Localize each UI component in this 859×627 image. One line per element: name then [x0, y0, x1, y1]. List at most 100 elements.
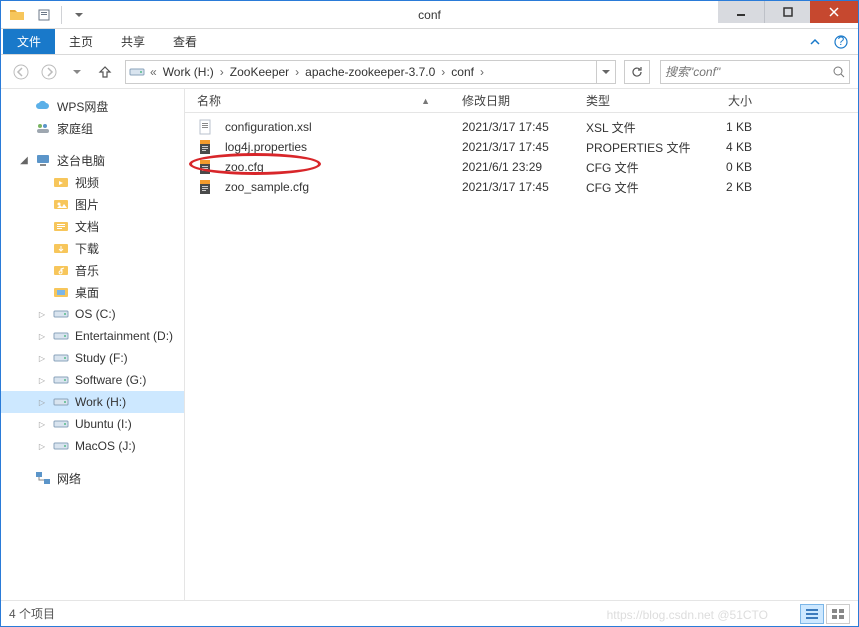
expand-icon[interactable]: ▷ [37, 420, 47, 429]
minimize-button[interactable] [718, 1, 764, 23]
sidebar-item-computer[interactable]: ◢ 这台电脑 [1, 149, 184, 171]
ribbon-tab-view[interactable]: 查看 [159, 29, 211, 54]
quick-access-toolbar [1, 4, 90, 26]
sidebar-item-label: Work (H:) [75, 395, 126, 409]
qat-dropdown-button[interactable] [68, 4, 90, 26]
drive-icon [53, 438, 69, 454]
search-input[interactable] [665, 65, 833, 79]
sidebar-item--[interactable]: 图片 [1, 193, 184, 215]
expand-icon[interactable]: ▷ [37, 310, 47, 319]
forward-button[interactable] [37, 60, 61, 84]
file-date: 2021/3/17 17:45 [456, 180, 580, 194]
up-button[interactable] [93, 60, 117, 84]
file-tab[interactable]: 文件 [3, 29, 55, 54]
expand-icon[interactable]: ▷ [37, 354, 47, 363]
folder-docs-icon [53, 218, 69, 234]
breadcrumb-item[interactable]: apache-zookeeper-3.7.0 [301, 61, 439, 83]
sidebar-item-label: 桌面 [75, 284, 99, 301]
network-icon [35, 470, 51, 486]
file-size: 1 KB [698, 120, 758, 134]
sidebar-item-ubuntu-i-[interactable]: ▷Ubuntu (I:) [1, 413, 184, 435]
navigation-pane[interactable]: WPS网盘 家庭组 ◢ 这台电脑 视频图片文档下载音乐桌面 ▷OS (C:)▷En… [1, 89, 185, 600]
breadcrumb-item[interactable]: Work (H:) [159, 61, 218, 83]
folder-music-icon [53, 262, 69, 278]
search-icon[interactable] [833, 66, 845, 78]
file-date: 2021/3/17 17:45 [456, 120, 580, 134]
file-name: log4j.properties [225, 140, 307, 154]
sidebar-item-macos-j-[interactable]: ▷MacOS (J:) [1, 435, 184, 457]
folder-desk-icon [53, 284, 69, 300]
breadcrumb-item[interactable]: conf [447, 61, 478, 83]
help-button[interactable]: ? [830, 31, 852, 53]
breadcrumb-item[interactable]: ZooKeeper [226, 61, 293, 83]
sidebar-item--[interactable]: 视频 [1, 171, 184, 193]
expand-icon[interactable]: ▷ [37, 398, 47, 407]
sidebar-item--[interactable]: 文档 [1, 215, 184, 237]
sidebar-item--[interactable]: 桌面 [1, 281, 184, 303]
column-header-size[interactable]: 大小 [698, 92, 758, 109]
expand-ribbon-button[interactable] [804, 31, 826, 53]
address-dropdown-button[interactable] [597, 60, 615, 84]
navigation-bar: « Work (H:) › ZooKeeper › apache-zookeep… [1, 55, 858, 89]
column-headers: 名称▲ 修改日期 类型 大小 [185, 89, 858, 113]
thumbnails-view-button[interactable] [826, 604, 850, 624]
file-row[interactable]: configuration.xsl2021/3/17 17:45XSL 文件1 … [185, 117, 858, 137]
details-view-button[interactable] [800, 604, 824, 624]
sidebar-item-label: 这台电脑 [57, 152, 105, 169]
file-row[interactable]: zoo.cfg2021/6/1 23:29CFG 文件0 KB [185, 157, 858, 177]
file-date: 2021/6/1 23:29 [456, 160, 580, 174]
sidebar-item--[interactable]: 下载 [1, 237, 184, 259]
drive-icon [126, 64, 148, 80]
cloud-icon [35, 98, 51, 114]
sidebar-item-study-f-[interactable]: ▷ Study (F:) [1, 347, 184, 369]
address-bar[interactable]: « Work (H:) › ZooKeeper › apache-zookeep… [125, 60, 616, 84]
separator [61, 6, 62, 24]
sidebar-item-homegroup[interactable]: 家庭组 [1, 117, 184, 139]
chevron-right-icon[interactable]: › [218, 65, 226, 79]
sidebar-item-entertainment-d-[interactable]: ▷Entertainment (D:) [1, 325, 184, 347]
drive-icon [53, 394, 69, 410]
folder-down-icon [53, 240, 69, 256]
expand-icon[interactable]: ▷ [37, 376, 47, 385]
file-icon [197, 179, 213, 195]
sidebar-item-label: 文档 [75, 218, 99, 235]
file-row[interactable]: log4j.properties2021/3/17 17:45PROPERTIE… [185, 137, 858, 157]
sidebar-item-label: Study (F:) [75, 351, 128, 365]
chevron-right-icon[interactable]: › [439, 65, 447, 79]
ribbon-tab-share[interactable]: 共享 [107, 29, 159, 54]
close-button[interactable] [810, 1, 858, 23]
sidebar-item-wps[interactable]: WPS网盘 [1, 95, 184, 117]
sidebar-item--[interactable]: 音乐 [1, 259, 184, 281]
ribbon: 文件 主页 共享 查看 ? [1, 29, 858, 55]
sidebar-item-label: WPS网盘 [57, 98, 108, 115]
sidebar-item-os-c-[interactable]: ▷OS (C:) [1, 303, 184, 325]
chevron-right-icon[interactable]: « [148, 65, 159, 79]
file-type: CFG 文件 [580, 159, 698, 176]
column-header-date[interactable]: 修改日期 [456, 92, 580, 109]
history-dropdown-button[interactable] [65, 60, 89, 84]
chevron-right-icon[interactable]: › [293, 65, 301, 79]
file-list[interactable]: configuration.xsl2021/3/17 17:45XSL 文件1 … [185, 113, 858, 197]
sidebar-item-label: 家庭组 [57, 120, 93, 137]
maximize-button[interactable] [764, 1, 810, 23]
sidebar-item-network[interactable]: 网络 [1, 467, 184, 489]
expand-icon[interactable]: ▷ [37, 442, 47, 451]
qat-properties-button[interactable] [33, 4, 55, 26]
search-box[interactable] [660, 60, 850, 84]
chevron-right-icon[interactable]: › [478, 65, 486, 79]
svg-text:?: ? [838, 35, 845, 48]
expand-icon[interactable]: ◢ [19, 155, 29, 166]
expand-icon[interactable]: ▷ [37, 332, 47, 341]
column-header-type[interactable]: 类型 [580, 92, 698, 109]
back-button[interactable] [9, 60, 33, 84]
watermark-text: https://blog.csdn.net @51CTO [607, 608, 768, 622]
column-header-name[interactable]: 名称▲ [191, 92, 456, 109]
sidebar-item-software-g-[interactable]: ▷Software (G:) [1, 369, 184, 391]
refresh-button[interactable] [624, 60, 650, 84]
file-type: CFG 文件 [580, 179, 698, 196]
status-bar: 4 个项目 https://blog.csdn.net @51CTO [1, 600, 858, 626]
ribbon-tab-home[interactable]: 主页 [55, 29, 107, 54]
sidebar-item-work-h-[interactable]: ▷ Work (H:) [1, 391, 184, 413]
file-icon [197, 159, 213, 175]
file-row[interactable]: zoo_sample.cfg2021/3/17 17:45CFG 文件2 KB [185, 177, 858, 197]
